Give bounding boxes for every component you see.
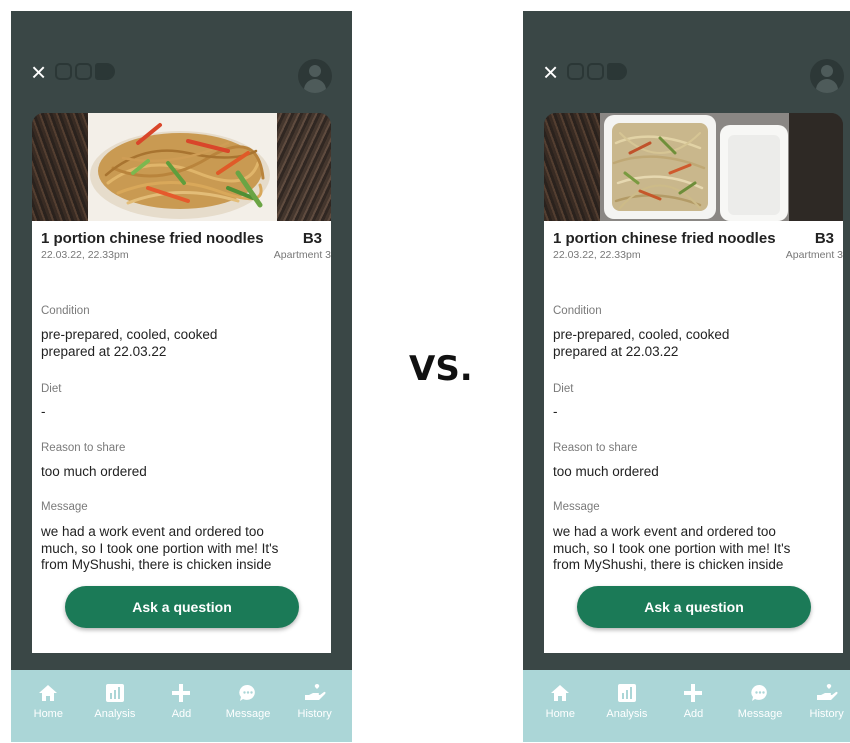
top-bar: × [31,59,332,93]
next-photo[interactable] [277,113,331,221]
nav-add[interactable]: Add [151,682,211,742]
nav-history[interactable]: History [797,682,850,742]
diet-label: Diet [41,383,62,395]
phone-screen-right: × 1 portion chinese fried noodles B3 22.… [523,11,850,742]
top-bar: × [543,59,844,93]
analysis-icon [104,682,126,704]
nav-analysis[interactable]: Analysis [85,682,145,742]
reason-label: Reason to share [553,442,638,454]
nav-add[interactable]: Add [663,682,723,742]
listing-location: Apartment 3 [273,249,331,261]
message-label: Message [553,501,600,513]
versus-label: VS. [409,349,473,389]
listing-datetime: 22.03.22, 22.33pm [553,249,641,261]
ask-question-button[interactable]: Ask a question [65,586,299,628]
analysis-icon [616,682,638,704]
next-photo[interactable] [789,113,843,221]
nav-message[interactable]: Message [218,682,278,742]
nav-message[interactable]: Message [730,682,790,742]
progress-icons [55,63,115,80]
close-icon[interactable]: × [543,59,569,85]
condition-value: pre-prepared, cooled, cooked prepared at… [41,327,218,359]
listing-card: 1 portion chinese fried noodles B3 22.03… [544,221,843,653]
listing-title: 1 portion chinese fried noodles [553,230,776,247]
message-value: we had a work event and ordered too much… [553,524,791,572]
condition-label: Condition [553,305,602,317]
nav-analysis[interactable]: Analysis [597,682,657,742]
noodles-in-takeaway-box-photo [600,113,789,221]
listing-card: 1 portion chinese fried noodles B3 22.03… [32,221,331,653]
reason-value: too much ordered [41,464,147,479]
condition-label: Condition [41,305,90,317]
history-icon [304,682,326,704]
listing-code: B3 [302,230,322,247]
reason-label: Reason to share [41,442,126,454]
message-value: we had a work event and ordered too much… [41,524,279,572]
message-icon [749,682,771,704]
previous-photo[interactable] [544,113,600,221]
previous-photo[interactable] [32,113,88,221]
diet-value: - [553,404,558,419]
message-label: Message [41,501,88,513]
nav-history[interactable]: History [285,682,345,742]
food-photo-carousel[interactable] [544,113,843,221]
close-icon[interactable]: × [31,59,57,85]
nav-home[interactable]: Home [18,682,78,742]
add-icon [682,682,704,704]
noodles-on-plate-photo [88,113,277,221]
phone-screen-left: × 1 portion chinese fried noodles B3 22.… [11,11,352,742]
listing-title: 1 portion chinese fried noodles [41,230,264,247]
history-icon [816,682,838,704]
listing-location: Apartment 3 [785,249,843,261]
listing-code: B3 [814,230,834,247]
avatar-icon[interactable] [298,59,332,93]
bottom-nav: Home Analysis Add Message History [523,670,850,742]
reason-value: too much ordered [553,464,659,479]
progress-icons [567,63,627,80]
food-photo-carousel[interactable] [32,113,331,221]
message-icon [237,682,259,704]
ask-question-button[interactable]: Ask a question [577,586,811,628]
add-icon [170,682,192,704]
diet-value: - [41,404,46,419]
diet-label: Diet [553,383,574,395]
home-icon [37,682,59,704]
home-icon [549,682,571,704]
avatar-icon[interactable] [810,59,844,93]
bottom-nav: Home Analysis Add Message History [11,670,352,742]
listing-datetime: 22.03.22, 22.33pm [41,249,129,261]
condition-value: pre-prepared, cooled, cooked prepared at… [553,327,730,359]
nav-home[interactable]: Home [530,682,590,742]
